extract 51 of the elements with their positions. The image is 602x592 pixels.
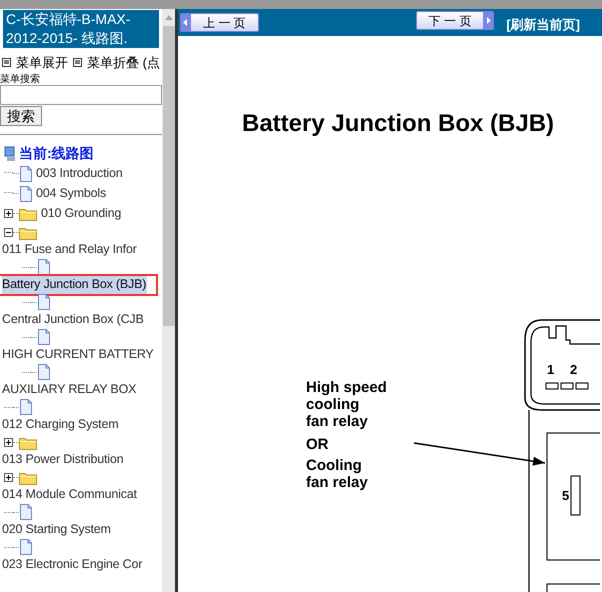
callout-label: High speed [306,379,387,396]
tree-root-label[interactable]: 当前:线路图 [19,143,94,164]
page-icon [37,294,50,310]
search-button[interactable]: 搜索 [0,106,42,126]
callout-label: cooling [306,396,360,413]
tree-item[interactable]: 023 Electronic Engine Cor [2,555,142,574]
previous-page-button[interactable]: 上 一 页 [180,13,259,32]
next-page-button[interactable]: 下 一 页 [416,11,494,30]
page-icon [37,329,50,345]
tree-item[interactable]: 013 Power Distribution [2,450,124,469]
pin-number: 1 [547,362,554,377]
callout-label: Cooling [306,457,363,474]
folder-icon [19,206,37,221]
callout-label: OR [306,436,330,453]
sidebar-title: C-长安福特-B-MAX-2012-2015- 线路图. [3,10,159,48]
page-icon [19,399,32,415]
page-icon [19,539,32,555]
page-icon [19,186,32,202]
tree-item[interactable]: HIGH CURRENT BATTERY [2,345,154,364]
page-icon [19,166,32,182]
tree-item[interactable]: 020 Starting System [2,520,111,539]
tree-item[interactable]: 003 Introduction [36,164,122,183]
search-field[interactable] [0,84,162,104]
scroll-thumb[interactable] [162,26,174,326]
scroll-up-icon[interactable] [164,15,172,20]
menu-toggle-link[interactable]: 菜单展开 [2,53,68,72]
tree-item[interactable]: 011 Fuse and Relay Infor [2,240,137,259]
tree-item[interactable]: Battery Junction Box (BJB) [2,275,148,294]
computer-icon [3,146,16,162]
pin-number: 5 [562,488,570,503]
tree-item[interactable]: 004 Symbols [36,184,106,203]
right-arrow-icon [483,12,494,29]
callout-label: fan relay [306,474,369,491]
menu-toggle-link[interactable]: 菜单折叠 (点 [73,53,160,72]
callout-label: fan relay [306,413,369,430]
scrollbar[interactable] [162,9,175,592]
page-icon [37,364,50,380]
page-icon [37,259,50,275]
menu-icon [73,58,82,68]
arrow-icon [413,442,547,466]
page-icon [19,504,32,520]
refresh-link[interactable]: [刷新当前页] [506,14,580,34]
tree-item[interactable]: 014 Module Communicat [2,485,137,504]
tree-item[interactable]: 010 Grounding [41,204,122,223]
search-label: 菜单搜索 [0,74,41,84]
diagram-title: Battery Junction Box (BJB) [242,109,554,139]
tree-item[interactable]: AUXILIARY RELAY BOX [2,380,136,399]
pin-number: 2 [570,362,578,377]
tree-item[interactable]: Central Junction Box (CJB [2,310,144,329]
left-arrow-icon [181,14,191,31]
tree-item[interactable]: 012 Charging System [2,415,118,434]
